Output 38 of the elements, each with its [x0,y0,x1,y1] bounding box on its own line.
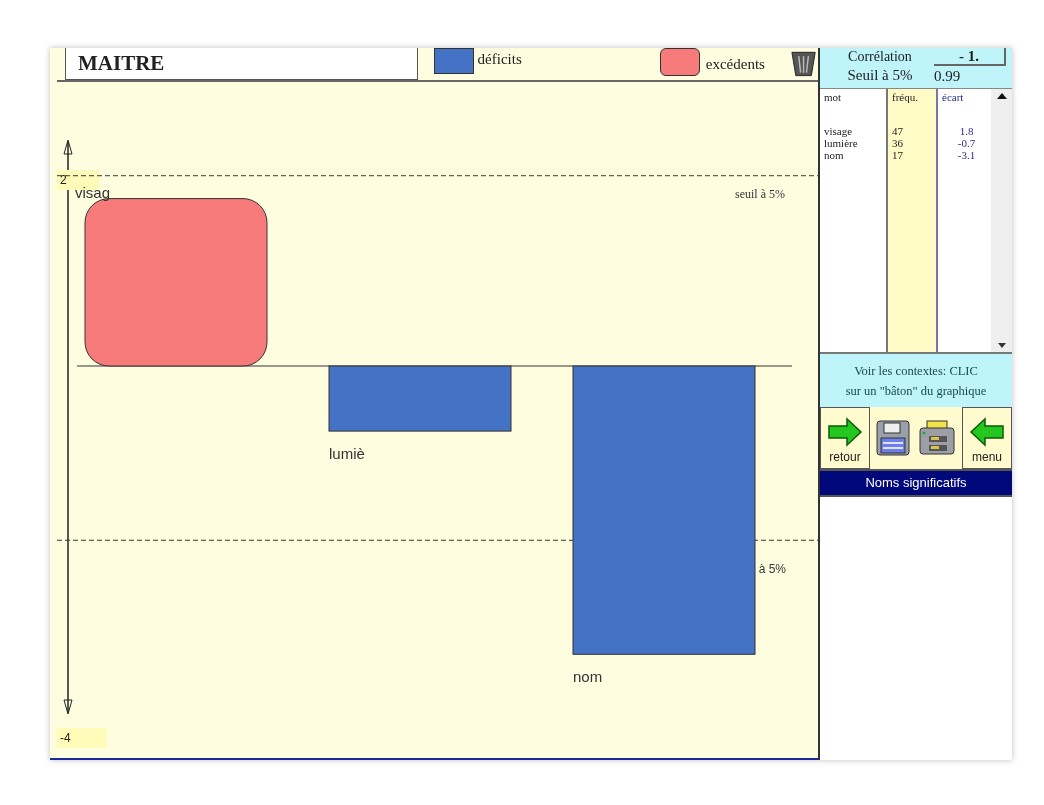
column-header: mot [824,91,843,103]
table-cell: 1.8 [959,125,974,137]
back-button[interactable]: retour [820,407,870,469]
bar-label: nom [573,668,603,686]
status-bar: Noms significatifs [820,469,1012,497]
threshold-label: à 5% [758,562,786,577]
legend-label: déficits [477,50,522,69]
scroll-down-icon[interactable] [997,343,1006,348]
table-cell: 36 [892,137,903,149]
threshold-label: seuil à 5% [735,186,785,201]
axis-tick-label: -4 [57,728,107,748]
table-cell: -3.1 [957,149,976,161]
printer-icon [917,420,956,456]
table-cell: visage [824,125,853,137]
hint-text: sur un "bâton" du graphique [845,382,987,400]
title-box: MAITRE [65,48,418,80]
axis-tick-label: 2 [57,170,99,190]
scrollbar[interactable] [991,89,1012,352]
scroll-up-icon[interactable] [996,93,1007,99]
correlation-label: Corrélation [848,48,912,66]
correlation-value: - 1. [934,48,1006,66]
left-arrow-icon [967,416,1007,448]
column-header: écart [942,91,965,103]
legend-label: excédents [705,54,765,74]
table-cell: nom [824,149,844,161]
bar-label: lumiè [329,445,365,463]
y-tick-label: -4 [60,731,71,745]
table-cell: -0.7 [957,137,976,149]
table-cell: lumière [824,137,858,149]
right-arrow-icon [825,416,865,448]
hint-text: Voir les contextes: CLIC [854,362,978,380]
menu-button[interactable]: menu [962,407,1012,469]
threshold-label: Seuil à 5% [847,66,913,84]
y-tick-label: 2 [60,173,67,187]
table-cell: 17 [892,149,903,161]
column-header: fréqu. [892,91,919,103]
threshold-value: 0.99 [934,67,962,86]
table-cell: 47 [892,125,903,137]
